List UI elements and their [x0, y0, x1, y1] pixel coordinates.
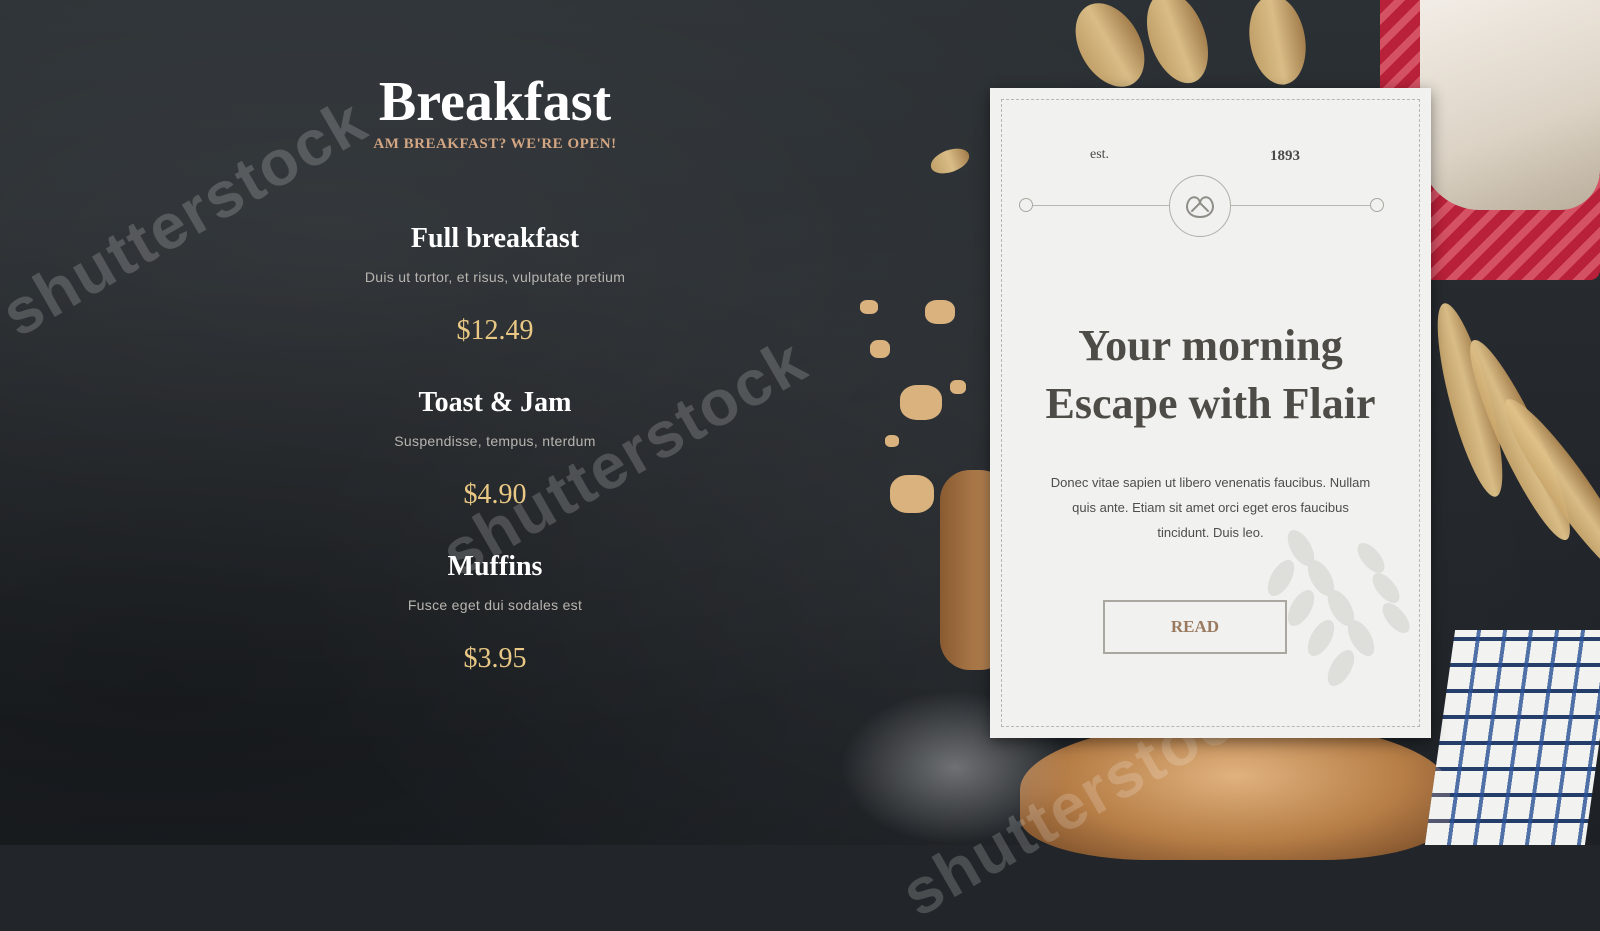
flour-bag-decoration	[1420, 0, 1600, 210]
menu-subtitle: AM BREAKFAST? WE'RE OPEN!	[373, 136, 617, 152]
towel-decoration	[1424, 630, 1600, 845]
breakfast-menu: Breakfast AM BREAKFAST? WE'RE OPEN! Full…	[300, 70, 690, 675]
est-label: est.	[1090, 147, 1110, 162]
divider-dot	[1019, 198, 1033, 212]
menu-item-price: $4.90	[463, 479, 527, 510]
menu-item-name: Full breakfast	[410, 223, 580, 254]
year-label: 1893	[1270, 148, 1300, 164]
menu-item-description: Suspendisse, tempus, nterdum	[394, 433, 596, 449]
crumb-decoration	[870, 340, 890, 358]
menu-item: Toast & Jam Suspendisse, tempus, nterdum…	[300, 387, 690, 511]
menu-item: Muffins Fusce eget dui sodales est $3.95	[300, 551, 690, 675]
menu-item-name: Muffins	[447, 551, 543, 582]
menu-item: Full breakfast Duis ut tortor, et risus,…	[300, 223, 690, 347]
menu-item-name: Toast & Jam	[418, 387, 572, 418]
crumb-decoration	[900, 385, 942, 420]
card-title: Your morning Escape with Flair	[990, 317, 1431, 433]
menu-item-price: $12.49	[456, 315, 534, 346]
crumb-decoration	[950, 380, 966, 394]
promo-card: est. 1893 Your morning Escape with Flair…	[990, 88, 1431, 738]
card-title-line: Escape with Flair	[1045, 379, 1376, 428]
divider-dot	[1370, 198, 1384, 212]
pretzel-icon	[1169, 175, 1231, 237]
menu-item-description: Fusce eget dui sodales est	[407, 597, 583, 613]
crumb-decoration	[885, 435, 899, 447]
menu-item-price: $3.95	[463, 643, 527, 674]
menu-item-description: Duis ut tortor, et risus, vulputate pret…	[364, 269, 626, 285]
crumb-decoration	[925, 300, 955, 324]
menu-title: Breakfast	[378, 71, 612, 133]
crumb-decoration	[860, 300, 878, 314]
wheat-icon	[1267, 529, 1410, 687]
read-button[interactable]: READ	[1103, 600, 1287, 654]
card-title-line: Your morning	[1078, 321, 1343, 370]
crumb-decoration	[890, 475, 934, 513]
